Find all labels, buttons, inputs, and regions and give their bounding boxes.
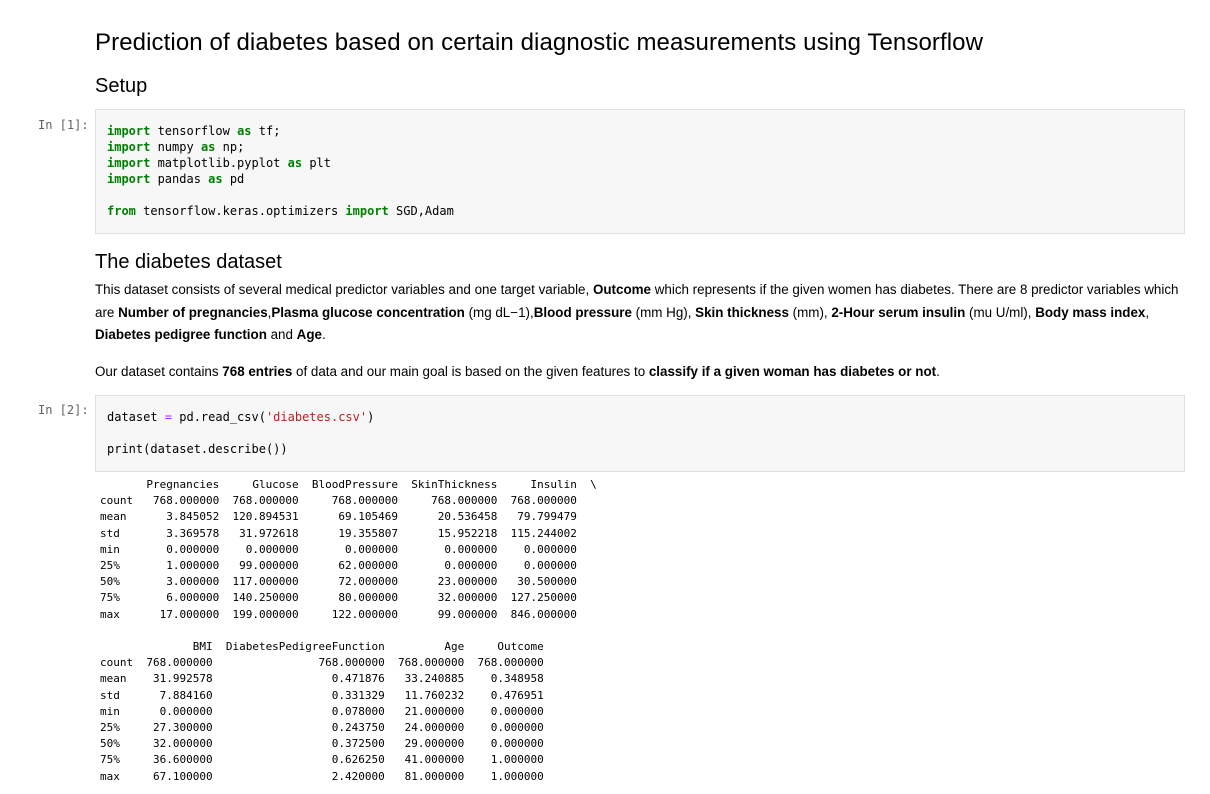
cell-2-prompt: In [2]:	[38, 403, 89, 417]
code-line: from tensorflow.keras.optimizers import …	[107, 204, 454, 218]
code-cell-2-source[interactable]: dataset = pd.read_csv('diabetes.csv') pr…	[107, 409, 374, 457]
code-cell-1[interactable]: import tensorflow as tf; import numpy as…	[95, 109, 1185, 234]
dataset-heading: The diabetes dataset	[95, 251, 282, 273]
setup-heading: Setup	[95, 75, 148, 97]
code-line: print(dataset.describe())	[107, 442, 288, 456]
dataset-description: This dataset consists of several medical…	[95, 282, 1179, 342]
describe-output-table-2: BMI DiabetesPedigreeFunction Age Outcome…	[100, 640, 544, 783]
notebook-page: Prediction of diabetes based on certain …	[0, 0, 1210, 794]
describe-output-table-1: Pregnancies Glucose BloodPressure SkinTh…	[100, 478, 597, 621]
code-cell-2[interactable]: dataset = pd.read_csv('diabetes.csv') pr…	[95, 395, 1185, 472]
notebook-title: Prediction of diabetes based on certain …	[95, 29, 984, 56]
code-cell-1-source[interactable]: import tensorflow as tf; import numpy as…	[107, 123, 454, 219]
code-line: import tensorflow as tf;	[107, 124, 281, 138]
code-line: import numpy as np;	[107, 140, 245, 154]
code-line: import pandas as pd	[107, 172, 245, 186]
code-line: import matplotlib.pyplot as plt	[107, 156, 331, 170]
code-line: dataset = pd.read_csv('diabetes.csv')	[107, 410, 375, 424]
dataset-goal: Our dataset contains 768 entries of data…	[95, 364, 940, 379]
cell-1-prompt: In [1]:	[38, 118, 89, 132]
